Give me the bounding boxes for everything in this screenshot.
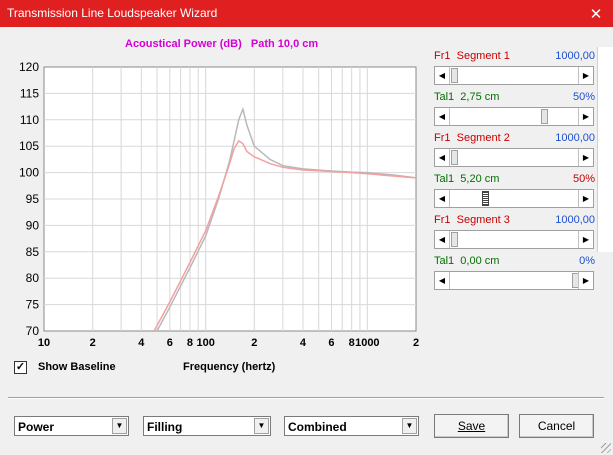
y-tick-label: 85: [26, 245, 40, 259]
y-tick-label: 70: [26, 324, 40, 338]
scroll-right-icon[interactable]: ▶: [578, 231, 593, 248]
y-tick-label: 75: [26, 298, 40, 312]
frequency-chart: 12011511010510095908580757010 2 4 6 8 100 2 4 6 8…: [19, 60, 419, 349]
filling-select[interactable]: Filling ▼: [143, 416, 271, 436]
x-tick-label: 100: [196, 337, 214, 349]
y-tick-label: 115: [20, 86, 39, 100]
y-tick-label: 100: [19, 166, 39, 180]
close-icon[interactable]: ✕: [579, 0, 613, 27]
view-select-value: Power: [18, 420, 55, 434]
taper-2-slider[interactable]: ◀ ▶: [434, 189, 594, 208]
slider-thumb[interactable]: [482, 191, 489, 206]
x-tick-label: 8: [187, 337, 193, 349]
taper-1-value: 50%: [572, 91, 595, 103]
divider: [8, 397, 604, 399]
y-tick-label: 105: [19, 139, 39, 153]
taper-2-value: 50%: [572, 173, 595, 185]
scroll-strip: [597, 47, 613, 252]
slider-thumb[interactable]: [541, 109, 548, 124]
scroll-right-icon[interactable]: ▶: [578, 108, 593, 125]
scroll-left-icon[interactable]: ◀: [435, 108, 450, 125]
slider-thumb[interactable]: [451, 232, 458, 247]
taper-1-slider[interactable]: ◀ ▶: [434, 107, 594, 126]
x-tick-label: 4: [138, 337, 145, 349]
chevron-down-icon[interactable]: ▼: [254, 418, 269, 434]
y-tick-label: 110: [20, 113, 39, 127]
x-tick-label: 6: [328, 337, 334, 349]
taper-2-label: Tal1 5,20 cm: [434, 173, 500, 185]
x-tick-label: 10: [38, 337, 50, 349]
save-button-label: Save: [457, 419, 486, 433]
scroll-right-icon[interactable]: ▶: [578, 149, 593, 166]
taper-3-label: Tal1 0,00 cm: [434, 255, 500, 267]
y-tick-label: 120: [19, 60, 39, 74]
save-button[interactable]: Save: [434, 414, 509, 438]
segment-1-value: 1000,00: [555, 50, 595, 62]
window-title: Transmission Line Loudspeaker Wizard: [7, 6, 218, 20]
x-tick-label: 2: [413, 337, 419, 349]
chevron-down-icon[interactable]: ▼: [402, 418, 417, 434]
scroll-left-icon[interactable]: ◀: [435, 149, 450, 166]
segment-1-label: Fr1 Segment 1: [434, 50, 510, 62]
filling-select-value: Filling: [147, 420, 183, 434]
segment-2-slider[interactable]: ◀ ▶: [434, 148, 594, 167]
scroll-right-icon[interactable]: ▶: [578, 67, 593, 84]
x-tick-label: 2: [251, 337, 257, 349]
scroll-left-icon[interactable]: ◀: [435, 231, 450, 248]
y-tick-label: 80: [26, 271, 40, 285]
x-tick-label: 1000: [355, 337, 379, 349]
segment-3-value: 1000,00: [555, 214, 595, 226]
x-tick-label: 2: [90, 337, 96, 349]
taper-3-value: 0%: [579, 255, 595, 267]
chevron-down-icon[interactable]: ▼: [112, 418, 127, 434]
taper-3-slider[interactable]: ◀ ▶: [434, 271, 594, 290]
mode-select[interactable]: Combined ▼: [284, 416, 419, 436]
segment-2-label: Fr1 Segment 2: [434, 132, 510, 144]
scroll-right-icon[interactable]: ▶: [578, 190, 593, 207]
segment-3-slider[interactable]: ◀ ▶: [434, 230, 594, 249]
chart-title: Acoustical Power (dB) Path 10,0 cm: [125, 38, 319, 50]
cancel-button[interactable]: Cancel: [519, 414, 594, 438]
x-tick-label: 8: [349, 337, 355, 349]
slider-thumb[interactable]: [451, 150, 458, 165]
cancel-button-label: Cancel: [537, 419, 576, 433]
slider-thumb[interactable]: [451, 68, 458, 83]
scroll-right-icon[interactable]: ▶: [578, 272, 593, 289]
x-tick-label: 4: [300, 337, 307, 349]
show-baseline-checkbox[interactable]: ✓: [14, 361, 27, 374]
x-axis-label: Frequency (hertz): [183, 361, 276, 373]
scroll-left-icon[interactable]: ◀: [435, 272, 450, 289]
y-tick-label: 90: [26, 218, 40, 232]
view-select[interactable]: Power ▼: [14, 416, 129, 436]
resize-grip-icon[interactable]: [601, 443, 611, 453]
scroll-left-icon[interactable]: ◀: [435, 190, 450, 207]
segment-3-label: Fr1 Segment 3: [434, 214, 510, 226]
x-tick-label: 6: [167, 337, 173, 349]
mode-select-value: Combined: [288, 420, 347, 434]
segment-2-value: 1000,00: [555, 132, 595, 144]
title-bar: Transmission Line Loudspeaker Wizard ✕: [0, 0, 613, 27]
scroll-left-icon[interactable]: ◀: [435, 67, 450, 84]
segment-1-slider[interactable]: ◀ ▶: [434, 66, 594, 85]
show-baseline-label[interactable]: Show Baseline: [38, 361, 116, 373]
taper-1-label: Tal1 2,75 cm: [434, 91, 500, 103]
y-tick-label: 95: [26, 192, 40, 206]
